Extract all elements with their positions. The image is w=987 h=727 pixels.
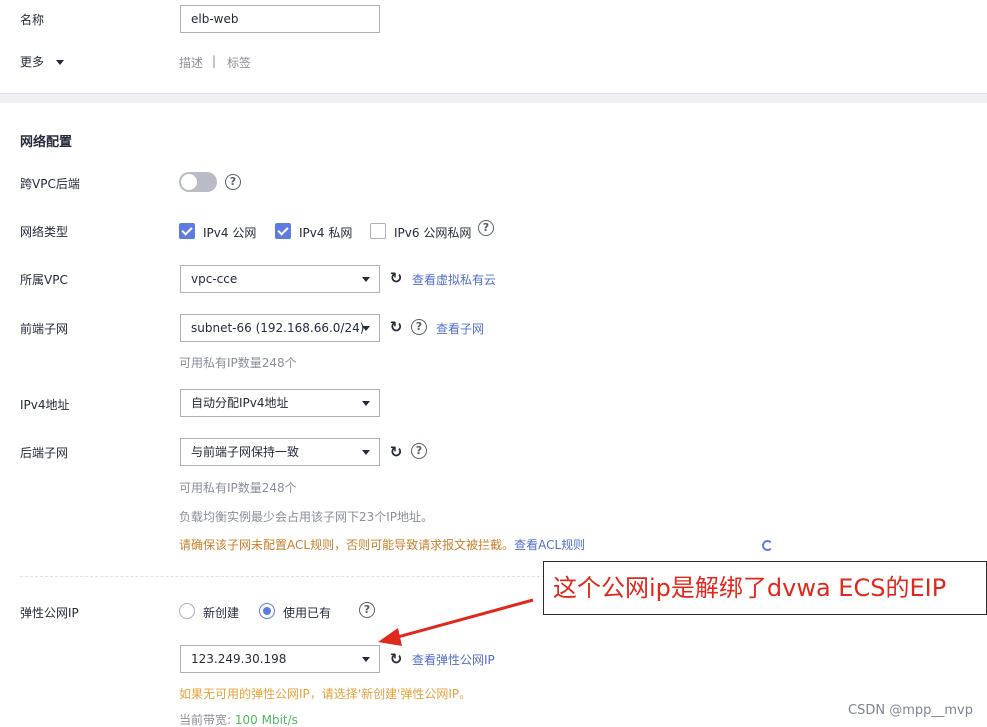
caret-down-icon xyxy=(362,450,370,455)
view-acl-link[interactable]: 查看ACL规则 xyxy=(514,538,585,552)
backend-available-ip: 可用私有IP数量248个 xyxy=(179,481,297,495)
view-subnet-link[interactable]: 查看子网 xyxy=(436,320,484,337)
bandwidth-label: 当前带宽: xyxy=(179,713,232,727)
caret-down-icon xyxy=(362,277,370,282)
ipv6-label: IPv6 公网私网 xyxy=(394,226,472,240)
frontend-subnet-select[interactable]: subnet-66 (192.168.66.0/24) xyxy=(180,314,380,342)
separator: | xyxy=(212,54,217,68)
help-icon[interactable]: ? xyxy=(225,174,241,190)
help-icon[interactable]: ? xyxy=(359,602,375,618)
frontend-subnet-value: subnet-66 (192.168.66.0/24) xyxy=(191,321,365,335)
more-toggle[interactable]: 更多 xyxy=(20,53,64,70)
ipv4-address-select[interactable]: 自动分配IPv4地址 xyxy=(180,389,380,417)
bandwidth-info: 当前带宽: 100 Mbit/s xyxy=(179,711,298,727)
cross-vpc-toggle[interactable] xyxy=(179,172,217,192)
view-vpc-link[interactable]: 查看虚拟私有云 xyxy=(412,271,496,288)
annotation-arrow xyxy=(378,598,534,646)
network-section-title: 网络配置 xyxy=(20,135,73,150)
caret-down-icon xyxy=(55,60,64,65)
refresh-icon[interactable]: ↻ xyxy=(388,319,404,335)
eip-existing-label: 使用已有 xyxy=(283,606,332,620)
toggle-knob xyxy=(181,174,197,190)
annotation-box: 这个公网ip是解绑了dvwa ECS的EIP xyxy=(543,561,987,615)
ipv4-address-value: 自动分配IPv4地址 xyxy=(191,396,289,410)
backend-ip-usage: 负载均衡实例最少会占用该子网下23个IP地址。 xyxy=(179,510,434,524)
eip-label: 弹性公网IP xyxy=(20,606,79,620)
description-link[interactable]: 描述 xyxy=(179,54,203,71)
backend-subnet-value: 与前端子网保持一致 xyxy=(191,445,300,459)
acl-warning-text: 请确保该子网未配置ACL规则，否则可能导致请求报文被拦截。 xyxy=(179,538,515,552)
dashed-divider xyxy=(20,576,550,577)
ipv4-private-label: IPv4 私网 xyxy=(299,226,353,240)
help-icon[interactable]: ? xyxy=(411,443,427,459)
ipv4-private-checkbox[interactable] xyxy=(275,223,291,239)
help-icon[interactable]: ? xyxy=(411,319,427,335)
eip-existing-radio[interactable] xyxy=(259,603,275,619)
caret-down-icon xyxy=(362,401,370,406)
backend-subnet-label: 后端子网 xyxy=(20,446,69,460)
frontend-subnet-label: 前端子网 xyxy=(20,322,69,336)
name-label: 名称 xyxy=(20,13,45,27)
refresh-icon[interactable]: ↻ xyxy=(388,444,404,460)
ipv4-address-label: IPv4地址 xyxy=(20,398,70,412)
vpc-select[interactable]: vpc-cce xyxy=(180,265,380,293)
cross-vpc-label: 跨VPC后端 xyxy=(20,177,80,191)
backend-subnet-select[interactable]: 与前端子网保持一致 xyxy=(180,438,380,466)
help-icon[interactable]: ? xyxy=(478,220,494,236)
name-input[interactable]: elb-web xyxy=(180,5,380,33)
vpc-label: 所属VPC xyxy=(20,273,68,287)
caret-down-icon xyxy=(362,657,370,662)
view-eip-link[interactable]: 查看弹性公网IP xyxy=(412,651,495,668)
ipv4-public-label: IPv4 公网 xyxy=(203,226,257,240)
bandwidth-value: 100 Mbit/s xyxy=(234,713,298,727)
acl-warning: 请确保该子网未配置ACL规则，否则可能导致请求报文被拦截。查看ACL规则 xyxy=(179,536,585,553)
more-label: 更多 xyxy=(20,55,45,69)
frontend-available-ip: 可用私有IP数量248个 xyxy=(179,356,297,370)
vpc-select-value: vpc-cce xyxy=(191,272,238,286)
watermark: CSDN @mpp__mvp xyxy=(848,703,973,718)
refresh-icon[interactable]: ↻ xyxy=(388,651,404,667)
caret-down-icon xyxy=(362,326,370,331)
eip-select-value: 123.249.30.198 xyxy=(191,652,287,666)
no-eip-hint: 如果无可用的弹性公网IP，请选择'新创建'弹性公网IP。 xyxy=(179,687,472,701)
annotation-text: 这个公网ip是解绑了dvwa ECS的EIP xyxy=(553,574,947,602)
section-divider xyxy=(0,93,987,103)
network-type-label: 网络类型 xyxy=(20,225,69,239)
eip-select[interactable]: 123.249.30.198 xyxy=(180,645,380,673)
tag-link[interactable]: 标签 xyxy=(227,54,251,71)
ipv4-public-checkbox[interactable] xyxy=(179,223,195,239)
eip-new-radio[interactable] xyxy=(179,603,195,619)
refresh-icon[interactable]: ↻ xyxy=(388,270,404,286)
ipv6-checkbox[interactable] xyxy=(370,223,386,239)
eip-new-label: 新创建 xyxy=(203,606,240,620)
loading-spinner-icon xyxy=(762,540,773,551)
